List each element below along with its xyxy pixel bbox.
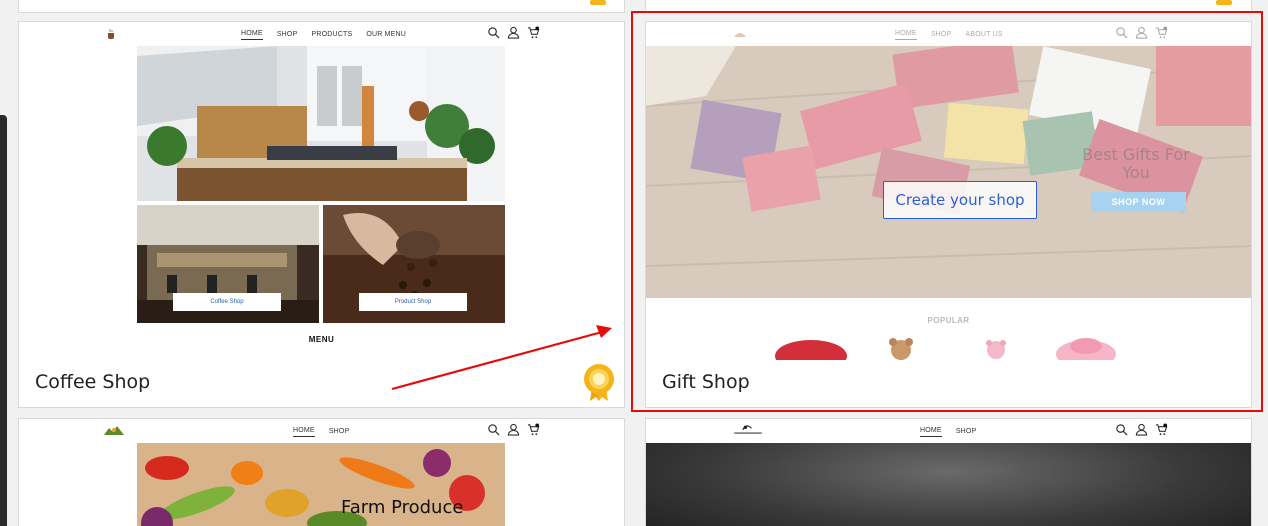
dark-hero-image [646,443,1251,526]
preview-nav-links: HOME SHOP [920,419,976,443]
template-gallery: HOME SHOP PRODUCTS OUR MENU Coffee Shop … [0,0,1268,526]
preview-nav-links: HOME SHOP PRODUCTS OUR MENU [241,22,406,46]
preview-nav-icons [1115,423,1168,436]
nav-our-menu: OUR MENU [366,30,407,38]
nav-home: HOME [920,425,942,437]
template-title: Coffee Shop [35,371,151,393]
user-icon [1135,423,1148,436]
selection-highlight [631,11,1263,412]
preview-nav-icons [487,26,540,39]
preview-nav-icons [487,423,540,436]
preview-navbar: HOME SHOP [19,419,624,443]
nav-home: HOME [293,425,315,437]
nav-home: HOME [241,28,263,40]
preview-navbar: HOME SHOP PRODUCTS OUR MENU [19,22,624,46]
coffee-shop-tile-button[interactable]: Coffee Shop [173,293,281,311]
farm-hero-image: Farm Produce [137,443,505,526]
farm-logo-icon [104,426,124,435]
nav-shop: SHOP [276,30,298,38]
preview-navbar: HOME SHOP [646,419,1251,443]
award-badge-icon [1216,0,1232,5]
search-icon [1116,424,1128,436]
cart-icon [1155,423,1168,436]
search-icon [488,424,500,436]
nav-products: PRODUCTS [311,30,353,38]
arrow-annotation [391,325,612,391]
template-card-dark[interactable]: HOME SHOP [645,418,1252,526]
left-scroll-edge [0,115,7,526]
award-badge-icon [590,0,606,5]
dark-logo-icon [734,425,762,434]
coffee-hero-image [137,46,505,201]
coffee-tile-beans[interactable]: Product Shop [323,205,505,323]
cup-logo-icon [108,29,114,39]
product-shop-tile-button[interactable]: Product Shop [359,293,467,311]
template-card-farm[interactable]: HOME SHOP Farm Produce [18,418,625,526]
coffee-tile-machine[interactable]: Coffee Shop [137,205,319,323]
search-icon [488,27,500,39]
nav-shop: SHOP [955,427,977,435]
user-icon [507,423,520,436]
farm-hero-title: Farm Produce [341,497,464,518]
cart-icon [527,423,540,436]
user-icon [507,26,520,39]
cart-icon [527,26,540,39]
nav-shop: SHOP [328,427,350,435]
preview-nav-links: HOME SHOP [293,419,349,443]
card-partial-top-left[interactable] [18,0,625,13]
